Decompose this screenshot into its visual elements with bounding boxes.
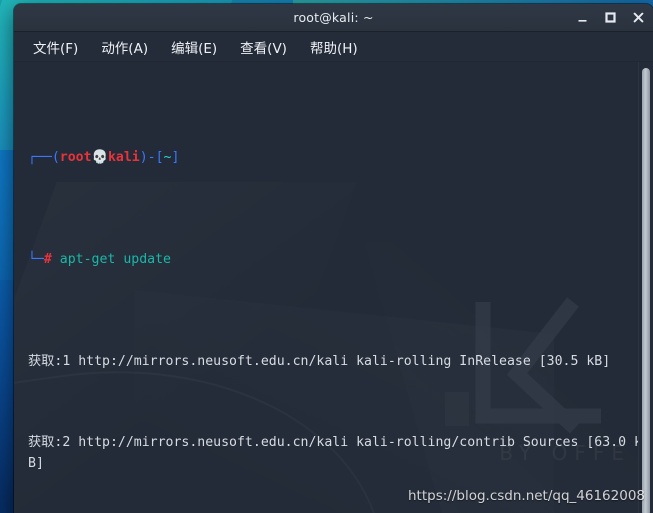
prompt-path: ~ [163,149,172,165]
prompt-host: kali [107,149,140,165]
skull-icon: 💀 [91,149,108,165]
menu-item-edit[interactable]: 编辑(E) [162,34,226,60]
menu-item-actions[interactable]: 动作(A) [92,34,157,60]
terminal-scrollbar[interactable] [638,62,653,513]
prompt-box-bottom: └─ [28,251,44,267]
terminal-area[interactable]: BY OFFE ┌──(root💀kali)-[~] └─# apt-get u… [14,62,653,513]
prompt-hash: # [43,251,52,267]
prompt-bracket-close: ] [171,149,180,165]
window-title: root@kali: ~ [293,10,374,25]
screen: root@kali: ~ 文件(F) 动作(A) 编辑(E) 查看(V) 帮助(… [0,0,653,513]
menu-bar: 文件(F) 动作(A) 编辑(E) 查看(V) 帮助(H) [14,32,653,62]
output-rest: kali-rolling InRelease [30.5 kB] [348,353,611,369]
menu-item-help[interactable]: 帮助(H) [301,34,367,60]
prompt-line-1: ┌──(root💀kali)-[~] [28,148,643,168]
output-prefix: 获取:1 [28,353,79,369]
prompt-line-2: └─# apt-get update [28,250,643,270]
output-url[interactable]: http://mirrors.neusoft.edu.cn/kali [78,435,348,450]
prompt-paren-close: )-[ [139,149,164,165]
close-button[interactable] [631,10,646,25]
terminal-command: apt-get update [59,251,171,267]
output-prefix: 获取:2 [28,435,79,451]
scrollbar-thumb[interactable] [642,68,650,513]
output-line-2: 获取:2 http://mirrors.neusoft.edu.cn/kali … [28,433,643,474]
menu-item-file[interactable]: 文件(F) [24,34,87,60]
minimize-button[interactable] [575,10,590,25]
prompt-user: root [59,149,92,165]
maximize-button[interactable] [603,10,618,25]
prompt-box-top: ┌──( [28,149,60,165]
output-line-1: 获取:1 http://mirrors.neusoft.edu.cn/kali … [28,352,643,372]
menu-item-view[interactable]: 查看(V) [231,34,296,60]
title-bar[interactable]: root@kali: ~ [14,4,653,32]
terminal-output[interactable]: ┌──(root💀kali)-[~] └─# apt-get update 获取… [14,62,653,513]
output-url[interactable]: http://mirrors.neusoft.edu.cn/kali [78,354,348,369]
window-controls [575,4,646,31]
terminal-window: root@kali: ~ 文件(F) 动作(A) 编辑(E) 查看(V) 帮助(… [14,4,653,513]
